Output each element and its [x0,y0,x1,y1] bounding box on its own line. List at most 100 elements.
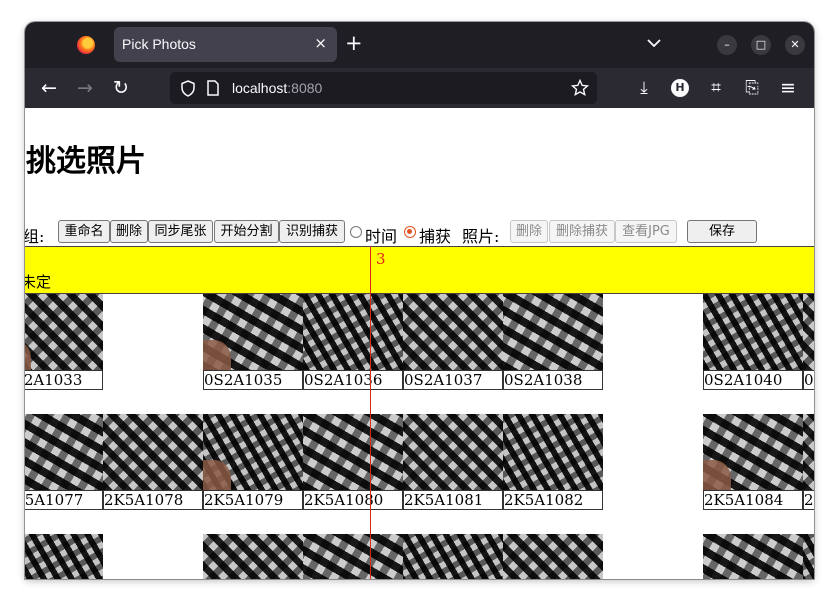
photo-cell[interactable]: 2K5A1080 [303,414,403,510]
photo-cell[interactable]: 2K5A1082 [503,414,603,510]
page-content: 挑选照片 组: 重命名 删除 同步尾张 开始分割 识别捕获 时间 捕获 照片: … [25,108,814,579]
save-button[interactable]: 保存 [687,220,757,243]
detect-capture-button[interactable]: 识别捕获 [279,220,345,243]
url-text[interactable]: localhost:8080 [232,80,322,96]
group-delete-button[interactable]: 删除 [110,220,148,243]
tab-bar: Pick Photos × + – □ ✕ [25,22,814,68]
photo-cell[interactable] [603,294,703,390]
photo-cell[interactable] [603,534,703,579]
photo-thumbnail[interactable] [103,414,203,490]
photo-thumbnail[interactable] [203,534,303,579]
photo-cell[interactable] [103,294,203,390]
view-jpg-button[interactable]: 查看JPG [615,220,677,243]
photo-thumbnail[interactable] [25,294,103,370]
photo-thumbnail[interactable] [203,294,303,370]
photo-thumbnail[interactable] [25,534,103,579]
minimize-icon[interactable]: – [717,35,737,55]
photo-cell[interactable] [103,534,203,579]
photo-cell[interactable]: 0S2A1040 [703,294,803,390]
photo-cell[interactable]: 2K5A1078 [103,414,203,510]
photo-thumbnail[interactable] [803,294,814,370]
rename-button[interactable]: 重命名 [58,220,110,243]
photo-caption: 2K5A1080 [303,490,403,510]
photo-cell[interactable]: 2K5A1077 [25,414,103,510]
photo-cell[interactable] [803,534,814,579]
start-split-button[interactable]: 开始分割 [214,220,279,243]
status-bar: 未定 [25,246,814,294]
photo-cell[interactable] [303,534,403,579]
photo-thumbnail[interactable] [403,294,503,370]
photo-cell[interactable]: 0S2A1037 [403,294,503,390]
photo-thumbnail[interactable] [803,534,814,579]
photo-cell[interactable]: 2K5A1085 [803,414,814,510]
photo-thumbnail[interactable] [703,534,803,579]
address-bar[interactable]: localhost:8080 [170,72,597,104]
photo-thumbnail[interactable] [303,534,403,579]
photo-thumbnail[interactable] [503,294,603,370]
photo-thumbnail[interactable] [503,534,603,579]
photo-thumbnail[interactable] [703,414,803,490]
photo-cell[interactable]: 0S2A1033 [25,294,103,390]
photo-cell[interactable] [703,534,803,579]
photo-thumbnail[interactable] [403,414,503,490]
photo-thumbnail[interactable] [403,534,503,579]
photo-thumbnail[interactable] [503,414,603,490]
photo-cell[interactable]: 0S2A1038 [503,294,603,390]
photo-cell[interactable] [403,534,503,579]
menu-icon[interactable]: ≡ [778,78,798,98]
photo-thumbnail[interactable] [703,294,803,370]
position-marker-line[interactable] [370,246,371,579]
group-label: 组: [25,227,45,246]
photo-thumbnail[interactable] [25,414,103,490]
photo-cell[interactable] [503,534,603,579]
sync-tail-button[interactable]: 同步尾张 [148,220,213,243]
photo-thumbnail[interactable] [203,414,303,490]
photo-cell[interactable] [603,414,703,510]
account-icon[interactable]: H [671,79,689,97]
photo-thumbnail[interactable] [303,414,403,490]
close-tab-icon[interactable]: × [314,34,327,52]
photo-cell[interactable]: 0S2A1036 [303,294,403,390]
new-tab-icon[interactable]: + [345,31,363,55]
shield-icon[interactable] [180,80,196,97]
url-port: :8080 [287,80,323,96]
photo-cell[interactable]: 2K5A1079 [203,414,303,510]
close-window-icon[interactable]: ✕ [785,35,805,55]
download-icon[interactable]: ⤓ [634,78,654,98]
photo-caption: 0S2A1036 [303,370,403,390]
photo-cell[interactable] [203,534,303,579]
photo-cell[interactable]: 0S2A1041 [803,294,814,390]
extensions-icon[interactable]: ⎘ [742,78,762,98]
photo-label: 照片: [462,227,500,246]
maximize-icon[interactable]: □ [751,35,771,55]
photo-thumbnail[interactable] [303,294,403,370]
page-icon [207,80,219,96]
photo-cell[interactable] [25,534,103,579]
navigation-bar: ← → ↻ localhost:8080 ⤓ H ⌗ ⎘ ≡ [25,68,814,108]
photo-cell[interactable]: 2K5A1084 [703,414,803,510]
photo-caption: 0S2A1037 [403,370,503,390]
photo-delete-button[interactable]: 删除 [510,220,548,243]
forward-arrow-icon[interactable]: → [75,78,95,98]
browser-tab[interactable]: Pick Photos × [114,27,337,62]
photo-caption: 0S2A1035 [203,370,303,390]
photo-cell[interactable]: 0S2A1035 [203,294,303,390]
radio-time[interactable] [350,226,362,238]
tab-list-chevron-icon[interactable] [645,34,663,52]
photo-caption: 2K5A1078 [103,490,203,510]
back-arrow-icon[interactable]: ← [39,78,59,98]
tab-title: Pick Photos [122,36,196,52]
crop-icon[interactable]: ⌗ [706,78,726,98]
photo-caption: 0S2A1038 [503,370,603,390]
photo-thumbnail[interactable] [803,414,814,490]
photo-cell[interactable]: 2K5A1081 [403,414,503,510]
photo-caption: 2K5A1081 [403,490,503,510]
radio-time-label: 时间 [365,227,398,246]
status-text: 未定 [25,273,52,291]
delete-capture-button[interactable]: 删除捕获 [549,220,615,243]
radio-capture[interactable] [404,226,416,238]
photo-caption: 0S2A1041 [803,370,814,390]
bookmark-star-icon[interactable] [571,79,589,97]
photo-caption: 0S2A1040 [703,370,803,390]
reload-icon[interactable]: ↻ [111,78,131,98]
